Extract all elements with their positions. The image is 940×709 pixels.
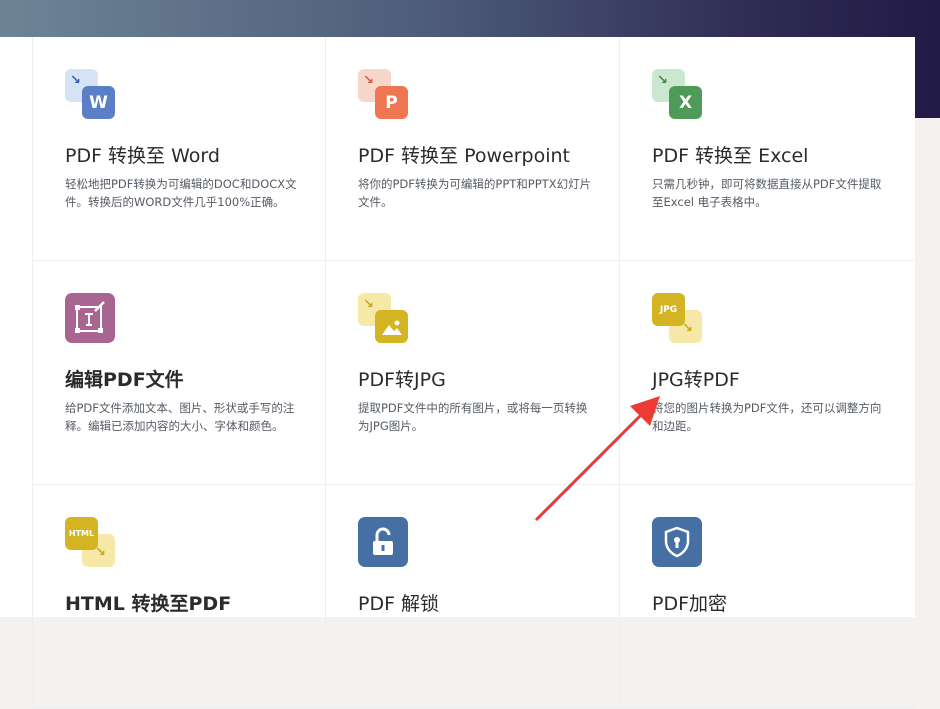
tools-grid: ↘ W PDF 转换至 Word 轻松地把PDF转换为可编辑的DOC和DOCX文… (0, 37, 915, 709)
tool-card-pdf-to-excel[interactable]: ↘ X PDF 转换至 Excel 只需几秒钟，即可将数据直接从PDF文件提取至… (620, 37, 914, 261)
tool-description: 给PDF文件添加文本、图片、形状或手写的注释。编辑已添加内容的大小、字体和颜色。 (65, 401, 295, 433)
tool-card-pdf-to-jpg[interactable]: ↘ PDF转JPG 提取PDF文件中的所有图片，或将每一页转换为JPG图片。 (326, 261, 620, 485)
tool-description: 轻松地把PDF转换为可编辑的DOC和DOCX文件。转换后的WORD文件几乎100… (65, 177, 297, 209)
tool-title: PDF加密 (652, 593, 728, 615)
tool-description: 将您的图片转换为PDF文件，还可以调整方向和边距。 (652, 401, 882, 433)
tool-card-html-to-pdf[interactable]: ↘ HTML HTML 转换至PDF (32, 485, 326, 709)
pdf-to-image-icon: ↘ (358, 293, 410, 345)
tool-title: PDF 解锁 (358, 593, 440, 615)
edit-text-icon (65, 293, 117, 345)
shield-icon (652, 517, 704, 569)
tool-title: 编辑PDF文件 (65, 369, 184, 391)
unlock-icon (358, 517, 410, 569)
tool-title: JPG转PDF (652, 369, 740, 391)
tool-card-edit-pdf[interactable]: 编辑PDF文件 给PDF文件添加文本、图片、形状或手写的注释。编辑已添加内容的大… (32, 261, 326, 485)
jpg-to-pdf-icon: ↘ JPG (652, 293, 704, 345)
tool-title: HTML 转换至PDF (65, 593, 232, 615)
word-icon: ↘ W (65, 69, 117, 121)
tool-title: PDF 转换至 Excel (652, 145, 809, 167)
tool-card-pdf-to-word[interactable]: ↘ W PDF 转换至 Word 轻松地把PDF转换为可编辑的DOC和DOCX文… (32, 37, 326, 261)
html-to-pdf-icon: ↘ HTML (65, 517, 117, 569)
tool-card-pdf-to-powerpoint[interactable]: ↘ P PDF 转换至 Powerpoint 将你的PDF转换为可编辑的PPT和… (326, 37, 620, 261)
tool-description: 将你的PDF转换为可编辑的PPT和PPTX幻灯片文件。 (358, 177, 592, 209)
powerpoint-icon: ↘ P (358, 69, 410, 121)
tool-title: PDF转JPG (358, 369, 446, 391)
tool-card-protect-pdf[interactable]: PDF加密 (620, 485, 914, 709)
tool-card-unlock-pdf[interactable]: PDF 解锁 (326, 485, 620, 709)
tool-title: PDF 转换至 Word (65, 145, 220, 167)
tool-description: 提取PDF文件中的所有图片，或将每一页转换为JPG图片。 (358, 401, 588, 433)
tool-description: 只需几秒钟，即可将数据直接从PDF文件提取至Excel 电子表格中。 (652, 177, 882, 209)
tool-title: PDF 转换至 Powerpoint (358, 145, 570, 167)
tool-card-jpg-to-pdf[interactable]: ↘ JPG JPG转PDF 将您的图片转换为PDF文件，还可以调整方向和边距。 (620, 261, 914, 485)
excel-icon: ↘ X (652, 69, 704, 121)
